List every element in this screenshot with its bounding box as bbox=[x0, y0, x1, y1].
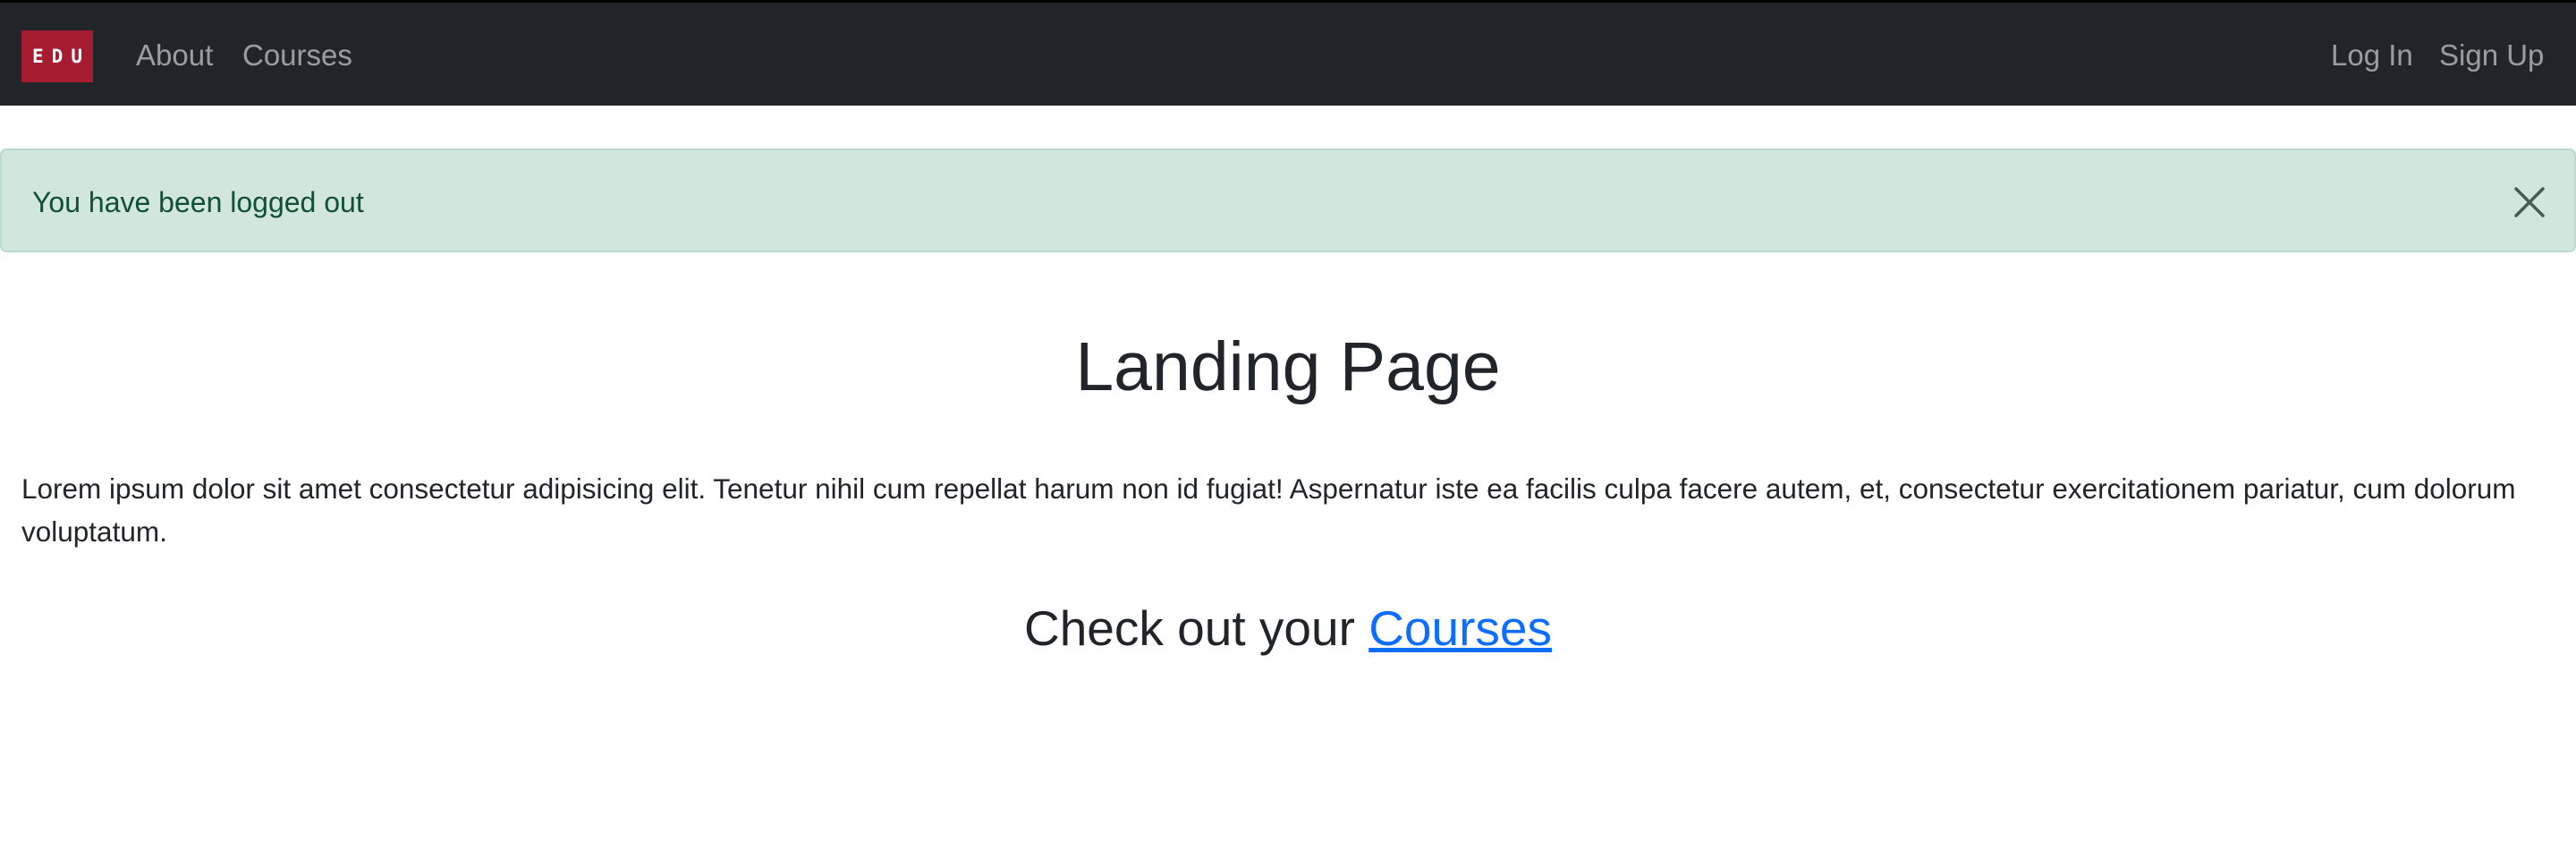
nav-link-signup[interactable]: Sign Up bbox=[2439, 36, 2544, 75]
alert-message: You have been logged out bbox=[32, 186, 364, 218]
brand-logo[interactable]: EDU bbox=[21, 30, 93, 82]
close-icon-graphic bbox=[2514, 187, 2545, 217]
courses-cta: Check out your Courses bbox=[0, 598, 2576, 659]
page-title: Landing Page bbox=[1075, 328, 1501, 405]
close-icon[interactable] bbox=[2512, 184, 2547, 220]
logout-alert: You have been logged out bbox=[0, 149, 2576, 252]
courses-link[interactable]: Courses bbox=[1368, 600, 1552, 656]
cta-text: Check out your bbox=[1023, 600, 1355, 656]
nav-link-login[interactable]: Log In bbox=[2331, 36, 2413, 75]
navbar: EDU About Courses Log In Sign Up bbox=[0, 0, 2576, 106]
intro-paragraph: Lorem ipsum dolor sit amet consectetur a… bbox=[21, 472, 2516, 548]
nav-link-courses[interactable]: Courses bbox=[242, 36, 352, 75]
nav-link-about[interactable]: About bbox=[136, 36, 213, 75]
